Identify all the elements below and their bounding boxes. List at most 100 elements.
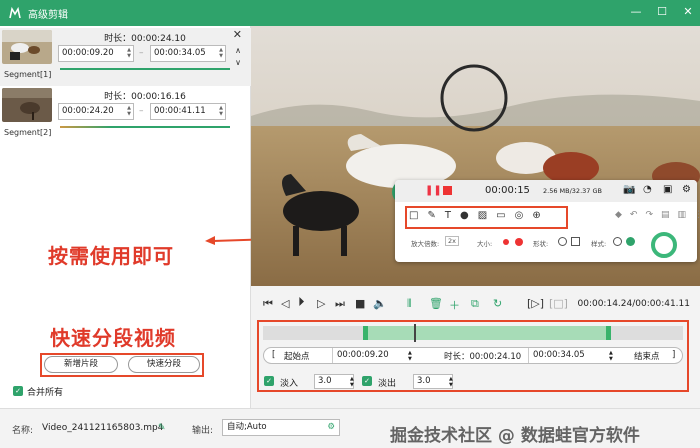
segment-end-input[interactable]: 00:00:34.05 ▲ ▼ — [150, 45, 226, 62]
segment-duration: 时长：00:00:16.16 — [104, 92, 186, 102]
app-logo-icon — [9, 6, 21, 19]
name-label: 名称: — [12, 426, 34, 436]
segment-item[interactable]: Segment[2] 时长：00:00:16.16 00:00:24.20 ▲ ▼ … — [0, 86, 251, 144]
zoom-label: 放大倍数: — [411, 240, 440, 248]
fade-out-input[interactable]: 3.0 — [413, 374, 453, 389]
trash-icon[interactable]: 🗑 — [429, 297, 443, 310]
copy-icon[interactable]: ⧉ — [471, 297, 479, 311]
spinner-icon[interactable]: ▲ ▼ — [219, 105, 223, 117]
screenshot-icon[interactable]: ▣ — [663, 184, 672, 195]
merge-all-label: 合并所有 — [27, 388, 64, 398]
spinner-icon[interactable]: ▲ ▼ — [408, 350, 412, 362]
range-dash: – — [139, 48, 144, 58]
segment-thumbnail — [2, 88, 52, 122]
segment-label: Segment[1] — [4, 70, 52, 79]
fade-in-label: 淡入 — [280, 379, 299, 389]
add-icon[interactable]: ＋ — [449, 297, 460, 313]
color-dot-icon[interactable] — [515, 238, 523, 246]
eraser-icon[interactable]: ◆ — [615, 210, 622, 220]
playhead[interactable] — [414, 324, 416, 342]
mark-in-icon[interactable]: [▷] — [527, 297, 544, 310]
segment-item[interactable]: Segment[1] 时长：00:00:24.10 00:00:09.20 ▲ ▼ … — [0, 28, 251, 86]
add-segment-button[interactable]: 新增片段 — [44, 356, 118, 373]
range-dash: – — [139, 106, 144, 116]
timer-icon[interactable]: ◔ — [643, 184, 652, 195]
delete-icon[interactable]: ▥ — [678, 210, 687, 220]
delete-segment-icon[interactable]: ✕ — [233, 28, 242, 41]
split-icon[interactable]: ⫴ — [407, 297, 412, 311]
annotation-top: 按需使用即可 — [48, 244, 174, 268]
bracket-left-icon: [ — [272, 350, 276, 360]
spinner-icon[interactable]: ▲ ▼ — [219, 47, 223, 59]
undo-icon[interactable]: ↶ — [630, 210, 638, 220]
gear-icon[interactable]: ⚙ — [327, 420, 335, 435]
circle-shape-icon[interactable] — [558, 237, 567, 246]
playback-controls: ⏮ ◁ ⏵ ▷ ⏭ ■ 🔈 ⫴ 🗑 ＋ ⧉ ↻ [▷] [□] 00:00:14… — [251, 290, 700, 318]
shape-label: 形状: — [533, 240, 549, 248]
start-point-button[interactable]: 起始点 — [284, 350, 310, 362]
app-badge-icon — [651, 232, 677, 258]
bracket-right-icon: ] — [672, 350, 676, 360]
selected-range[interactable] — [363, 326, 611, 340]
segment-range-bar — [60, 126, 230, 128]
segment-start-input[interactable]: 00:00:09.20 ▲ ▼ — [58, 45, 134, 62]
square-shape-icon[interactable] — [571, 237, 580, 246]
output-value: 自动;Auto — [227, 422, 267, 432]
mark-out-icon[interactable]: [□] — [549, 297, 568, 310]
redo-icon[interactable]: ↷ — [645, 210, 653, 220]
style-1-icon[interactable] — [613, 237, 622, 246]
more-icon[interactable]: ⋮ — [694, 210, 700, 220]
maximize-icon[interactable]: ☐ — [656, 4, 668, 18]
save-icon[interactable]: ▤ — [661, 210, 670, 220]
playback-timecode: 00:00:14.24/00:00:41.11 — [577, 299, 691, 309]
fade-out-checkbox[interactable]: ✓ — [362, 376, 372, 386]
stop-record-icon[interactable] — [443, 186, 452, 195]
watermark: 掘金技术社区 @ 数据蛙官方软件 — [390, 426, 640, 446]
spinner-icon[interactable]: ▲ ▼ — [127, 47, 131, 59]
spinner-icon[interactable]: ▲ ▼ — [449, 376, 453, 388]
segment-start-input[interactable]: 00:00:24.20 ▲ ▼ — [58, 103, 134, 120]
settings-icon[interactable]: ⚙ — [682, 184, 691, 195]
start-time-input[interactable]: 00:00:09.20 — [332, 348, 400, 363]
edit-icon[interactable]: ✎ — [158, 423, 166, 433]
title-bar: 高级剪辑 — ☐ ✕ — [0, 0, 700, 26]
zoom-select[interactable]: 2x — [445, 236, 459, 246]
minimize-icon[interactable]: — — [630, 4, 642, 18]
bottom-bar: 名称: Video_241121165803.mp4 ✎ 输出: 自动;Auto… — [0, 408, 700, 448]
volume-icon[interactable]: 🔈 — [373, 297, 387, 310]
merge-all-checkbox[interactable]: ✓ — [13, 386, 23, 396]
pause-icon[interactable]: ❚❚ — [425, 185, 442, 196]
size-dot-icon[interactable] — [503, 239, 509, 245]
fade-in-input[interactable]: 3.0 — [314, 374, 354, 389]
fade-in-checkbox[interactable]: ✓ — [264, 376, 274, 386]
segment-end-value: 00:00:41.11 — [154, 106, 206, 116]
close-window-icon[interactable]: ✕ — [682, 4, 694, 18]
style-2-icon[interactable] — [626, 237, 635, 246]
timeline-track[interactable] — [263, 324, 683, 342]
skip-start-icon[interactable]: ⏮ — [263, 297, 273, 311]
move-down-icon[interactable]: ∨ — [235, 58, 241, 67]
annotation-bottom: 快速分段视频 — [50, 326, 176, 350]
spinner-icon[interactable]: ▲ ▼ — [609, 350, 613, 362]
end-point-button[interactable]: 结束点 — [634, 350, 660, 362]
quick-split-button[interactable]: 快速分段 — [128, 356, 200, 373]
segment-end-input[interactable]: 00:00:41.11 ▲ ▼ — [150, 103, 226, 120]
step-back-icon[interactable]: ◁ — [281, 297, 289, 310]
skip-end-icon[interactable]: ⏭ — [335, 297, 345, 311]
segment-start-value: 00:00:24.20 — [62, 106, 114, 116]
segment-duration: 时长：00:00:24.10 — [104, 34, 186, 44]
spinner-icon[interactable]: ▲ ▼ — [127, 105, 131, 117]
move-up-icon[interactable]: ∧ — [235, 46, 241, 55]
stop-icon[interactable]: ■ — [355, 297, 365, 310]
camera-icon[interactable]: 📷 — [623, 184, 635, 195]
step-forward-icon[interactable]: ▷ — [317, 297, 325, 310]
end-time-input[interactable]: 00:00:34.05 — [528, 348, 598, 363]
output-select[interactable]: 自动;Auto ⚙ — [222, 419, 340, 436]
play-icon[interactable]: ⏵ — [298, 295, 305, 310]
record-time: 00:00:15 — [485, 185, 530, 196]
size-label: 大小: — [477, 240, 493, 248]
segment-range-bar — [60, 68, 230, 70]
fade-out-label: 淡出 — [378, 379, 397, 389]
spinner-icon[interactable]: ▲ ▼ — [350, 376, 354, 388]
reset-icon[interactable]: ↻ — [493, 297, 502, 310]
